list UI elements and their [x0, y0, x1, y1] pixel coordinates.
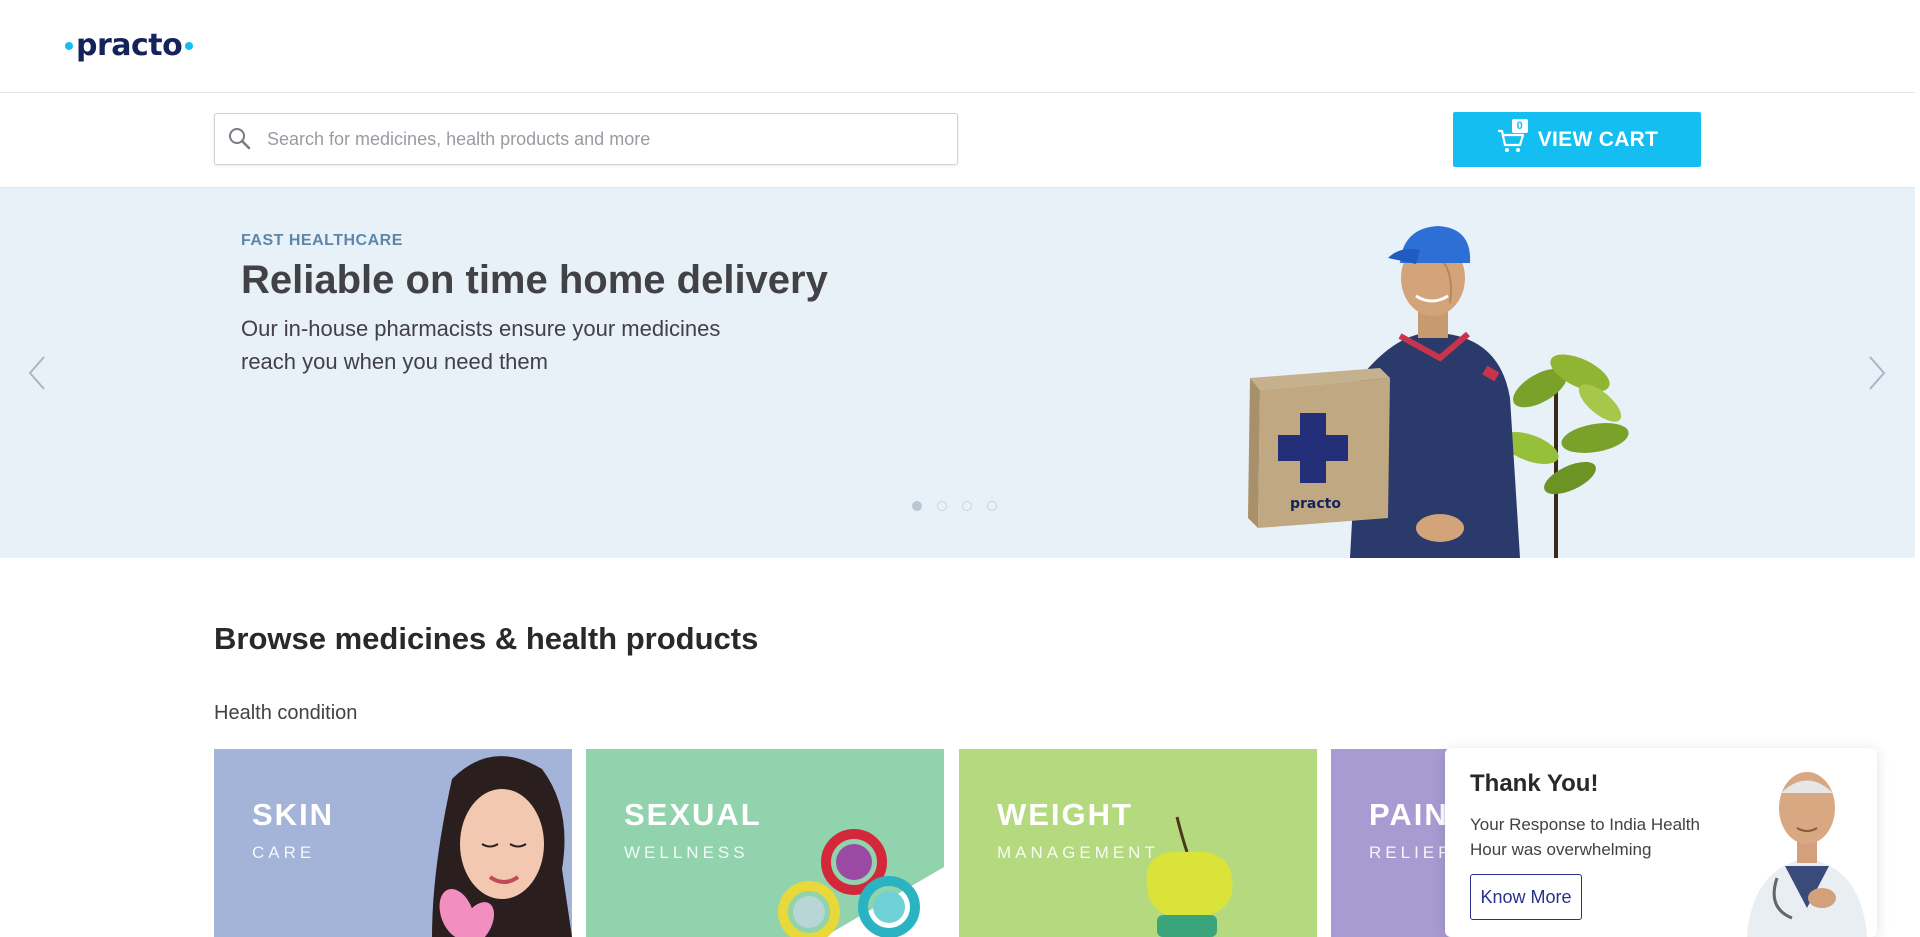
svg-text:practo: practo [1290, 496, 1341, 512]
hero-eyebrow: FAST HEALTHCARE [241, 232, 403, 249]
top-header: practo [0, 0, 1915, 93]
carousel-next-icon[interactable] [1862, 353, 1892, 393]
card-title: PAIN [1369, 797, 1449, 832]
hero-headline: Reliable on time home delivery [241, 258, 828, 302]
category-card-skin-care[interactable]: SKIN CARE [214, 749, 572, 937]
condoms-illustration [778, 829, 944, 937]
browse-title: Browse medicines & health products [214, 621, 759, 656]
search-box[interactable] [214, 113, 958, 165]
card-subtitle: RELIEF [1369, 843, 1453, 862]
delivery-box: practo [1248, 368, 1390, 528]
carousel-dot-1[interactable] [912, 501, 922, 511]
apple-tape-illustration [1146, 816, 1233, 937]
view-cart-label: VIEW CART [1537, 127, 1659, 151]
view-cart-button[interactable]: 0 VIEW CART [1453, 112, 1701, 167]
hero-carousel: FAST HEALTHCARE Reliable on time home de… [0, 188, 1915, 558]
logo-dot-left [65, 41, 73, 50]
doctor-illustration [1747, 772, 1867, 937]
know-more-button[interactable]: Know More [1470, 874, 1582, 920]
carousel-dot-3[interactable] [962, 501, 972, 511]
carousel-prev-icon[interactable] [22, 353, 52, 393]
carousel-dots [912, 501, 997, 511]
search-bar-row: 0 VIEW CART [0, 93, 1915, 188]
carousel-dot-4[interactable] [987, 501, 997, 511]
thank-you-popup: Thank You! Your Response to India Health… [1445, 748, 1877, 937]
practo-logo[interactable]: practo [62, 28, 196, 63]
cart-count-badge: 0 [1511, 118, 1528, 133]
category-card-sexual-wellness[interactable]: SEXUAL WELLNESS [586, 749, 944, 937]
popup-text: Your Response to India Health Hour was o… [1470, 815, 1700, 859]
carousel-dot-2[interactable] [937, 501, 947, 511]
woman-face-illustration [432, 756, 572, 937]
search-icon [229, 128, 251, 150]
logo-text: practo [76, 28, 183, 63]
popup-title: Thank You! [1470, 770, 1599, 797]
health-condition-heading: Health condition [214, 702, 358, 724]
category-card-weight-management[interactable]: WEIGHT MANAGEMENT [959, 749, 1317, 937]
logo-dot-right [185, 41, 194, 50]
delivery-person-illustration: practo [1248, 226, 1629, 558]
hero-description: Our in-house pharmacists ensure your med… [241, 316, 721, 374]
card-subtitle: CARE [252, 843, 316, 862]
card-title: SKIN [252, 797, 335, 832]
cart-icon: 0 [1496, 118, 1528, 155]
search-input[interactable] [265, 114, 949, 164]
